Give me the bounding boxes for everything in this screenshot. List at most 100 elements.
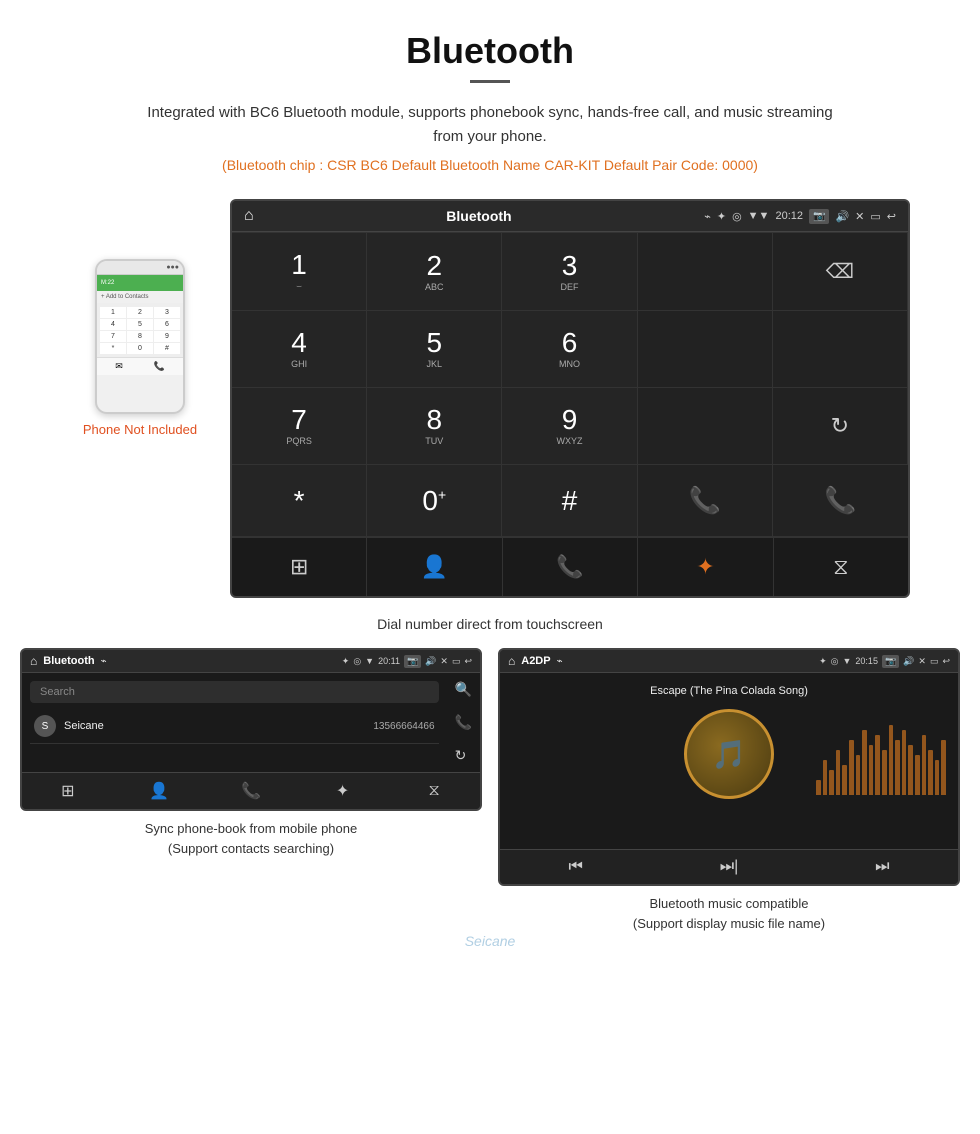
dial-backspace-cell[interactable]: ⌫ xyxy=(773,233,908,311)
contact-row-seicane[interactable]: S Seicane 13566664466 xyxy=(30,709,439,744)
pb-toolbar-bt[interactable]: ✦ xyxy=(297,781,389,801)
pb-toolbar-phone[interactable]: 📞 xyxy=(205,781,297,801)
usb-icon: ⌁ xyxy=(704,210,711,223)
prev-track-button[interactable]: ⏮ xyxy=(568,858,582,876)
phone-not-included-label: Phone Not Included xyxy=(83,422,197,437)
statusbar-left: ⌂ xyxy=(244,207,254,225)
dial-key-4[interactable]: 4 GHI xyxy=(232,311,367,388)
home-icon[interactable]: ⌂ xyxy=(244,207,254,225)
next-track-button[interactable]: ⏭ xyxy=(875,858,889,876)
pb-statusbar-left: ⌂ Bluetooth ⌁ xyxy=(30,654,107,668)
dial-key-7[interactable]: 7 PQRS xyxy=(232,388,367,465)
a2dp-screen: ⌂ A2DP ⌁ ✦ ◎ ▼ 20:15 📷 🔊 ✕ ▭ ↩ E xyxy=(498,648,960,886)
pb-search-icon[interactable]: 🔍 xyxy=(455,681,472,698)
pb-phone-icon[interactable]: 📞 xyxy=(455,714,472,731)
refresh-icon: ↻ xyxy=(831,413,849,439)
a2dp-location-icon: ◎ xyxy=(831,656,839,667)
pb-bt-icon: ✦ xyxy=(342,656,350,667)
dial-key-5[interactable]: 5 JKL xyxy=(367,311,502,388)
a2dp-usb-icon: ⌁ xyxy=(557,656,563,667)
album-art: 🎵 xyxy=(684,709,774,799)
search-bar[interactable]: Search xyxy=(30,681,439,703)
dial-empty-r3c4 xyxy=(638,388,773,465)
bluetooth-button[interactable]: ✦ xyxy=(638,538,773,596)
pb-screen-icon[interactable]: ▭ xyxy=(452,656,461,667)
a2dp-camera-icon[interactable]: 📷 xyxy=(882,655,899,668)
dialpad-grid: 1 ⌣ 2 ABC 3 DEF ⌫ 4 GHI 5 JKL xyxy=(232,232,908,537)
pb-time: 20:11 xyxy=(378,656,400,666)
person-icon: 👤 xyxy=(421,554,448,580)
dial-key-2[interactable]: 2 ABC xyxy=(367,233,502,311)
a2dp-screen-icon[interactable]: ▭ xyxy=(930,656,939,667)
play-pause-button[interactable]: ⏭| xyxy=(720,858,739,876)
camera-icon[interactable]: 📷 xyxy=(809,209,829,224)
phone-call-icon: 📞 xyxy=(153,361,164,372)
pb-camera-icon[interactable]: 📷 xyxy=(404,655,421,668)
phonebook-content: Search S Seicane 13566664466 xyxy=(22,673,447,772)
a2dp-statusbar-right: ✦ ◎ ▼ 20:15 📷 🔊 ✕ ▭ ↩ xyxy=(819,655,950,668)
a2dp-back-icon[interactable]: ↩ xyxy=(942,656,950,667)
phone-top-bar: ●●● xyxy=(97,261,183,275)
volume-icon[interactable]: 🔊 xyxy=(835,210,849,223)
recent-calls-button[interactable]: 📞 xyxy=(503,538,638,596)
a2dp-title: A2DP xyxy=(521,655,550,667)
watermark-area: Seicane xyxy=(0,933,980,961)
dial-refresh-cell[interactable]: ↻ xyxy=(773,388,908,465)
phonebook-screenshot: ⌂ Bluetooth ⌁ ✦ ◎ ▼ 20:11 📷 🔊 ✕ ▭ ↩ xyxy=(20,648,482,933)
pb-toolbar-grid[interactable]: ⊞ xyxy=(22,781,114,801)
a2dp-x-icon[interactable]: ✕ xyxy=(918,656,926,667)
eq-bars xyxy=(816,709,946,799)
dial-key-8[interactable]: 8 TUV xyxy=(367,388,502,465)
dial-key-6[interactable]: 6 MNO xyxy=(502,311,637,388)
page-description: Integrated with BC6 Bluetooth module, su… xyxy=(140,101,840,149)
dial-key-9[interactable]: 9 WXYZ xyxy=(502,388,637,465)
pb-toolbar-link[interactable]: ⧖ xyxy=(388,781,480,801)
page-header: Bluetooth Integrated with BC6 Bluetooth … xyxy=(0,0,980,199)
pb-home-icon[interactable]: ⌂ xyxy=(30,654,37,668)
contacts-button[interactable]: 👤 xyxy=(367,538,502,596)
time-display: 20:12 xyxy=(775,210,803,222)
dial-key-0[interactable]: 0+ xyxy=(367,465,502,537)
a2dp-volume-icon[interactable]: 🔊 xyxy=(903,656,914,667)
dial-call-green-cell[interactable]: 📞 xyxy=(638,465,773,537)
dial-key-3[interactable]: 3 DEF xyxy=(502,233,637,311)
back-icon[interactable]: ↩ xyxy=(887,210,896,223)
a2dp-statusbar: ⌂ A2DP ⌁ ✦ ◎ ▼ 20:15 📷 🔊 ✕ ▭ ↩ xyxy=(500,650,958,673)
location-icon: ◎ xyxy=(732,210,742,223)
dial-call-red-cell[interactable]: 📞 xyxy=(773,465,908,537)
screen-icon[interactable]: ▭ xyxy=(870,210,880,223)
a2dp-home-icon[interactable]: ⌂ xyxy=(508,654,515,668)
phone-key-0: 0 xyxy=(127,343,153,354)
dialpad-grid-icon: ⊞ xyxy=(290,554,308,580)
bottom-screenshots: ⌂ Bluetooth ⌁ ✦ ◎ ▼ 20:11 📷 🔊 ✕ ▭ ↩ xyxy=(0,648,980,953)
pb-volume-icon[interactable]: 🔊 xyxy=(425,656,436,667)
phone-key-5: 5 xyxy=(127,319,153,330)
pb-refresh-icon[interactable]: ↻ xyxy=(455,747,472,764)
phone-key-1: 1 xyxy=(100,307,126,318)
pb-content-wrapper: Search S Seicane 13566664466 🔍 📞 ↻ xyxy=(22,673,480,772)
dial-key-hash[interactable]: # xyxy=(502,465,637,537)
main-screen-area: ●●● M:22 + Add to Contacts 1 2 3 4 5 6 7… xyxy=(0,199,980,608)
phone-icon-bottom: 📞 xyxy=(556,554,583,580)
phone-mockup: ●●● M:22 + Add to Contacts 1 2 3 4 5 6 7… xyxy=(95,259,185,414)
dial-empty-r2c5 xyxy=(773,311,908,388)
pb-bottom-toolbar: ⊞ 👤 📞 ✦ ⧖ xyxy=(22,772,480,809)
dial-empty-r2c4 xyxy=(638,311,773,388)
pb-back-icon[interactable]: ↩ xyxy=(464,656,472,667)
x-icon[interactable]: ✕ xyxy=(855,210,864,223)
phone-green-bar: M:22 xyxy=(97,275,183,291)
contact-avatar-s: S xyxy=(34,715,56,737)
dial-bottom-row: ⊞ 👤 📞 ✦ ⧖ xyxy=(232,537,908,596)
dial-key-star[interactable]: * xyxy=(232,465,367,537)
phone-key-6: 6 xyxy=(154,319,180,330)
phone-key-3: 3 xyxy=(154,307,180,318)
pb-title: Bluetooth xyxy=(43,655,94,667)
phone-dots: ●●● xyxy=(166,264,179,271)
link-button[interactable]: ⧖ xyxy=(774,538,908,596)
a2dp-bt-icon: ✦ xyxy=(819,656,827,667)
pb-signal-icon: ▼ xyxy=(365,656,374,666)
dial-key-1[interactable]: 1 ⌣ xyxy=(232,233,367,311)
dialpad-mode-button[interactable]: ⊞ xyxy=(232,538,367,596)
pb-toolbar-person[interactable]: 👤 xyxy=(114,781,206,801)
pb-x-icon[interactable]: ✕ xyxy=(440,656,448,667)
